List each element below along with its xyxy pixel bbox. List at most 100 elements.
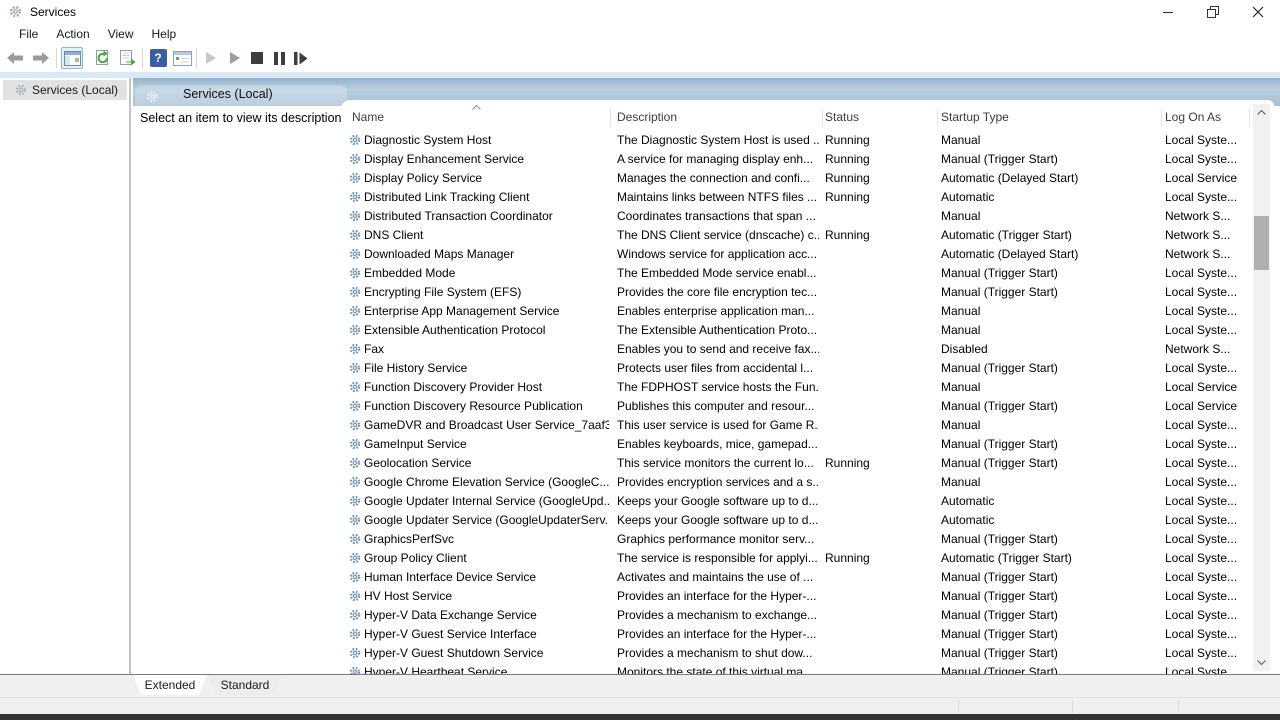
column-header-log-on-as[interactable]: Log On As	[1165, 110, 1221, 124]
service-gear-icon	[349, 172, 361, 184]
chevron-up-icon	[1257, 110, 1266, 115]
table-row[interactable]: GameInput Service Enables keyboards, mic…	[341, 435, 1253, 454]
service-startup-type: Manual	[941, 378, 1157, 397]
service-description: This service monitors the current lo...	[617, 454, 819, 473]
table-row[interactable]: Geolocation Service This service monitor…	[341, 454, 1253, 473]
service-startup-type: Manual (Trigger Start)	[941, 359, 1157, 378]
table-row[interactable]: Function Discovery Provider Host The FDP…	[341, 378, 1253, 397]
menu-view[interactable]: View	[99, 25, 143, 43]
column-header-startup-type[interactable]: Startup Type	[941, 110, 1009, 124]
pause-icon	[274, 52, 285, 65]
service-startup-type: Automatic	[941, 492, 1157, 511]
table-row[interactable]: Function Discovery Resource Publication …	[341, 397, 1253, 416]
sidebar-item-services-local[interactable]: Services (Local)	[3, 80, 127, 100]
forward-button[interactable]	[30, 47, 52, 69]
table-row[interactable]: Group Policy Client The service is respo…	[341, 549, 1253, 568]
show-console-tree-button[interactable]	[61, 47, 83, 69]
table-row[interactable]: DNS Client The DNS Client service (dnsca…	[341, 226, 1253, 245]
table-row[interactable]: Hyper-V Guest Shutdown Service Provides …	[341, 644, 1253, 663]
service-startup-type: Manual (Trigger Start)	[941, 435, 1157, 454]
column-divider[interactable]	[937, 109, 938, 126]
service-gear-icon	[349, 153, 361, 165]
table-row[interactable]: Hyper-V Guest Service Interface Provides…	[341, 625, 1253, 644]
restart-service-button[interactable]	[290, 47, 312, 69]
table-row[interactable]: Encrypting File System (EFS) Provides th…	[341, 283, 1253, 302]
table-row[interactable]: Distributed Link Tracking Client Maintai…	[341, 188, 1253, 207]
service-name: Hyper-V Guest Shutdown Service	[364, 644, 609, 663]
help-button[interactable]: ?	[147, 47, 169, 69]
table-row[interactable]: Extensible Authentication Protocol The E…	[341, 321, 1253, 340]
resume-service-button[interactable]	[224, 47, 246, 69]
service-description: Enables you to send and receive fax...	[617, 340, 819, 359]
column-divider[interactable]	[1249, 109, 1250, 126]
menu-action[interactable]: Action	[47, 25, 98, 43]
table-row[interactable]: Display Policy Service Manages the conne…	[341, 169, 1253, 188]
table-row[interactable]: Google Chrome Elevation Service (GoogleC…	[341, 473, 1253, 492]
table-row[interactable]: Fax Enables you to send and receive fax.…	[341, 340, 1253, 359]
service-description: Manages the connection and confi...	[617, 169, 819, 188]
pause-service-button[interactable]	[268, 47, 290, 69]
vertical-scrollbar[interactable]	[1253, 104, 1270, 671]
scroll-down-button[interactable]	[1253, 654, 1270, 671]
service-gear-icon	[349, 248, 361, 260]
play-icon	[229, 51, 241, 65]
service-startup-type: Automatic	[941, 511, 1157, 530]
tab-extended[interactable]: Extended	[133, 675, 207, 695]
column-divider[interactable]	[610, 109, 611, 126]
service-logon-as: Local Service	[1165, 397, 1251, 416]
status-bar	[0, 697, 1280, 714]
column-header-description[interactable]: Description	[617, 110, 677, 124]
service-startup-type: Automatic (Trigger Start)	[941, 226, 1157, 245]
start-service-button[interactable]	[200, 47, 222, 69]
services-app-icon	[9, 5, 22, 18]
table-row[interactable]: Embedded Mode The Embedded Mode service …	[341, 264, 1253, 283]
service-description: Provides an interface for the Hyper-...	[617, 587, 819, 606]
column-divider[interactable]	[1161, 109, 1162, 126]
restore-button[interactable]	[1190, 0, 1235, 24]
scroll-up-button[interactable]	[1253, 104, 1270, 121]
service-gear-icon	[349, 514, 361, 526]
table-row[interactable]: File History Service Protects user files…	[341, 359, 1253, 378]
menu-help[interactable]: Help	[143, 25, 186, 43]
table-row[interactable]: Hyper-V Data Exchange Service Provides a…	[341, 606, 1253, 625]
table-row[interactable]: GraphicsPerfSvc Graphics performance mon…	[341, 530, 1253, 549]
stop-service-button[interactable]	[246, 47, 268, 69]
back-button[interactable]	[4, 47, 26, 69]
table-row[interactable]: Downloaded Maps Manager Windows service …	[341, 245, 1253, 264]
service-description: The DNS Client service (dnscache) c...	[617, 226, 819, 245]
service-name: GraphicsPerfSvc	[364, 530, 609, 549]
description-hint: Select an item to view its description.	[140, 111, 345, 125]
table-row[interactable]: Google Updater Internal Service (GoogleU…	[341, 492, 1253, 511]
service-status: Running	[825, 226, 933, 245]
export-list-button[interactable]	[116, 47, 138, 69]
table-row[interactable]: HV Host Service Provides an interface fo…	[341, 587, 1253, 606]
service-name: File History Service	[364, 359, 609, 378]
restore-icon	[1207, 6, 1219, 18]
service-startup-type: Manual (Trigger Start)	[941, 264, 1157, 283]
table-row[interactable]: Human Interface Device Service Activates…	[341, 568, 1253, 587]
service-status: Running	[825, 150, 933, 169]
column-header-status[interactable]: Status	[825, 110, 859, 124]
table-row[interactable]: Distributed Transaction Coordinator Coor…	[341, 207, 1253, 226]
table-row[interactable]: Diagnostic System Host The Diagnostic Sy…	[341, 131, 1253, 150]
service-logon-as: Local Syste...	[1165, 283, 1251, 302]
service-gear-icon	[349, 609, 361, 621]
table-row[interactable]: Google Updater Service (GoogleUpdaterSer…	[341, 511, 1253, 530]
menu-file[interactable]: File	[10, 25, 47, 43]
service-gear-icon	[349, 191, 361, 203]
minimize-button[interactable]	[1145, 0, 1190, 24]
service-name: GameInput Service	[364, 435, 609, 454]
column-divider[interactable]	[822, 109, 823, 126]
table-row[interactable]: GameDVR and Broadcast User Service_7aaf3…	[341, 416, 1253, 435]
tab-standard[interactable]: Standard	[208, 675, 282, 695]
table-row[interactable]: Display Enhancement Service A service fo…	[341, 150, 1253, 169]
scrollbar-thumb[interactable]	[1254, 216, 1269, 270]
close-button[interactable]	[1235, 0, 1280, 24]
table-row[interactable]: Enterprise App Management Service Enable…	[341, 302, 1253, 321]
refresh-button[interactable]	[92, 47, 114, 69]
column-header-name[interactable]: Name	[352, 110, 384, 124]
service-name: Group Policy Client	[364, 549, 609, 568]
properties-button[interactable]	[171, 47, 193, 69]
service-startup-type: Manual (Trigger Start)	[941, 530, 1157, 549]
service-name: Distributed Link Tracking Client	[364, 188, 609, 207]
